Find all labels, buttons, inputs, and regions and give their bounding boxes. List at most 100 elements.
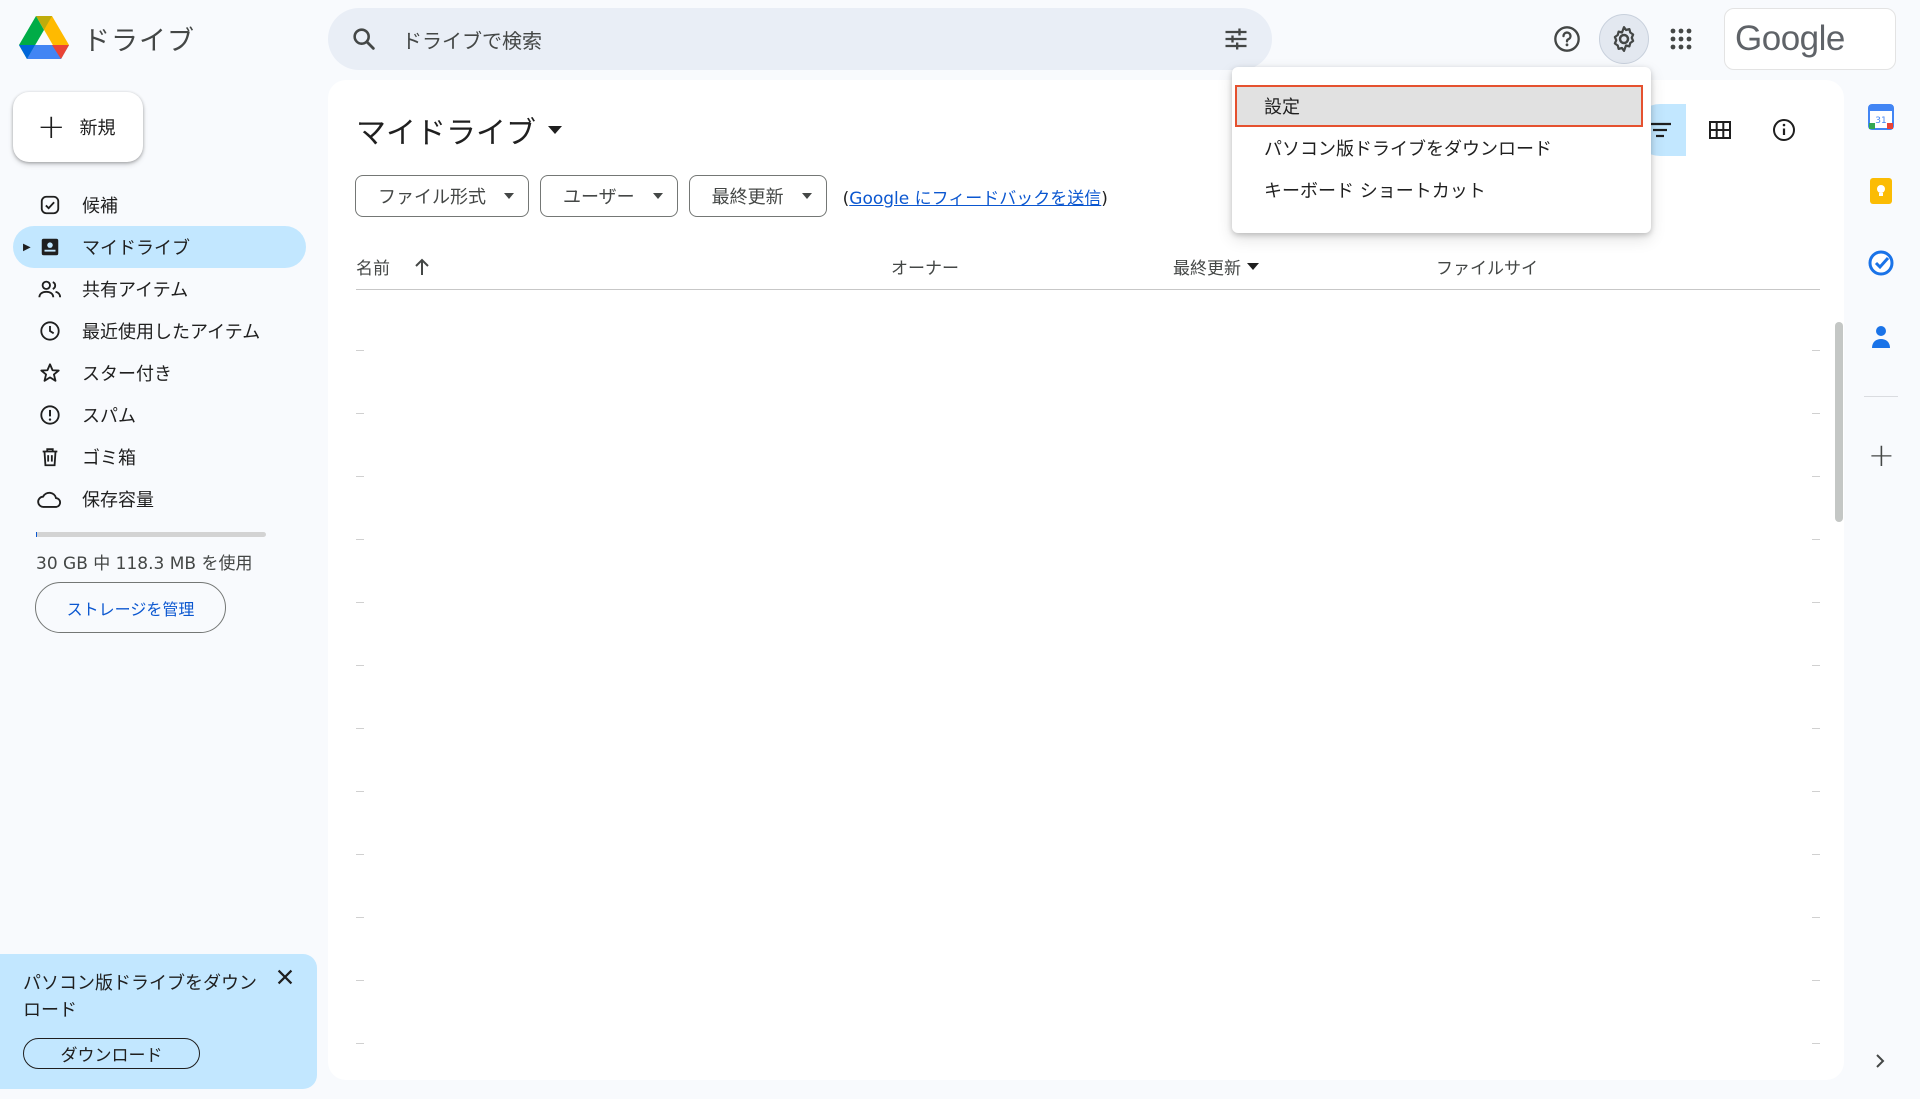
arrow-up-icon[interactable] [414, 258, 430, 276]
details-button[interactable] [1758, 104, 1810, 156]
download-promo-banner: パソコン版ドライブをダウンロード ダウンロード [0, 954, 317, 1089]
filter-chips: ファイル形式 ユーザー 最終更新 (Google にフィードバックを送信) [355, 175, 1108, 217]
storage-usage-text: 30 GB 中 118.3 MB を使用 [36, 554, 253, 574]
send-feedback-link[interactable]: Google にフィードバックを送信 [849, 189, 1101, 209]
tasks-app-button[interactable] [1866, 248, 1896, 278]
row-placeholder-dash [1812, 728, 1820, 729]
column-modified[interactable]: 最終更新 [1173, 254, 1259, 279]
sidebar-item-suggested[interactable]: 候補 [13, 184, 306, 226]
gear-icon [1609, 24, 1639, 54]
sidebar-item-my-drive[interactable]: ▶ マイドライブ [13, 226, 306, 268]
new-button-label: 新規 [79, 118, 116, 139]
calendar-app-button[interactable]: 31 [1866, 102, 1896, 132]
column-owner[interactable]: オーナー [891, 254, 959, 279]
side-panel-divider [1864, 396, 1898, 397]
contacts-app-button[interactable] [1866, 322, 1896, 352]
promo-text: パソコン版ドライブをダウンロード [23, 973, 257, 1021]
sidebar-item-label: 最近使用したアイテム [82, 322, 261, 343]
page-title-text: マイドライブ [356, 116, 536, 151]
chip-label: ファイル形式 [378, 187, 486, 208]
feedback-text: (Google にフィードバックを送信) [843, 184, 1108, 209]
search-bar[interactable]: ドライブで検索 [328, 8, 1272, 70]
row-placeholder-dash [356, 539, 364, 540]
spam-icon [37, 402, 63, 428]
sidebar-nav: 候補 ▶ マイドライブ 共有アイテム 最近使用したアイテム スター付き スパム [13, 184, 306, 520]
grid-view-button[interactable] [1694, 104, 1746, 156]
row-placeholder-dash [1812, 476, 1820, 477]
row-placeholder-dash [1812, 917, 1820, 918]
sidebar-item-spam[interactable]: スパム [13, 394, 306, 436]
drive-logo[interactable]: ドライブ [19, 16, 195, 60]
row-placeholder-dash [1812, 665, 1820, 666]
clock-icon [37, 318, 63, 344]
column-modified-label: 最終更新 [1173, 259, 1241, 279]
get-addons-icon[interactable]: + [1868, 436, 1895, 474]
chip-label: ユーザー [563, 187, 635, 208]
info-icon [1772, 118, 1796, 142]
google-apps-button[interactable] [1656, 14, 1706, 64]
row-placeholder-dash [356, 413, 364, 414]
help-icon [1553, 25, 1581, 53]
row-placeholder-dash [1812, 602, 1820, 603]
search-options-icon[interactable] [1222, 25, 1250, 53]
row-placeholder-dash [356, 350, 364, 351]
sort-lines-icon [1649, 121, 1671, 139]
close-icon[interactable] [274, 966, 296, 988]
expand-caret-icon[interactable]: ▶ [23, 242, 31, 253]
svg-text:31: 31 [1875, 116, 1886, 126]
keep-app-button[interactable] [1866, 176, 1896, 206]
row-placeholder-dash [356, 665, 364, 666]
chip-label: 最終更新 [711, 187, 784, 208]
trash-icon [37, 444, 63, 470]
menu-item-download-drive[interactable]: パソコン版ドライブをダウンロード [1232, 127, 1651, 169]
caret-down-icon [548, 126, 562, 134]
shared-people-icon [37, 276, 63, 302]
row-placeholder-dash [1812, 1043, 1820, 1044]
row-placeholder-dash [356, 1043, 364, 1044]
dropdown-arrow-icon [801, 193, 812, 199]
filter-user[interactable]: ユーザー [540, 175, 678, 217]
row-placeholder-dash [356, 476, 364, 477]
plus-icon: + [37, 107, 66, 147]
row-placeholder-dash [356, 917, 364, 918]
search-icon[interactable] [350, 25, 378, 53]
menu-item-settings[interactable]: 設定 [1235, 85, 1643, 127]
filter-modified[interactable]: 最終更新 [688, 175, 827, 217]
sidebar-item-label: 共有アイテム [82, 280, 189, 301]
chevron-right-icon[interactable] [1874, 1052, 1886, 1070]
new-button[interactable]: + 新規 [13, 92, 143, 162]
search-input[interactable]: ドライブで検索 [402, 25, 542, 54]
star-icon [37, 360, 63, 386]
file-list-header: 名前 オーナー 最終更新 ファイルサイ [356, 248, 1820, 290]
filter-file-type[interactable]: ファイル形式 [355, 175, 529, 217]
row-placeholder-dash [1812, 350, 1820, 351]
dropdown-arrow-icon [504, 193, 514, 199]
manage-storage-button[interactable]: ストレージを管理 [35, 582, 226, 633]
row-placeholder-dash [356, 854, 364, 855]
calendar-icon: 31 [1868, 104, 1894, 130]
help-button[interactable] [1542, 14, 1592, 64]
sidebar-item-label: スパム [82, 406, 136, 427]
sidebar-item-recent[interactable]: 最近使用したアイテム [13, 310, 306, 352]
google-account-button[interactable]: Google [1724, 8, 1896, 70]
row-placeholder-dash [1812, 791, 1820, 792]
settings-button[interactable] [1599, 14, 1649, 64]
column-name-label: 名前 [356, 259, 390, 279]
download-button[interactable]: ダウンロード [23, 1038, 200, 1069]
page-title[interactable]: マイドライブ [356, 108, 562, 152]
dropdown-arrow-icon [1247, 263, 1259, 270]
menu-item-keyboard-shortcuts[interactable]: キーボード ショートカット [1232, 169, 1651, 211]
storage-usage-fill [36, 532, 37, 537]
sidebar-item-storage[interactable]: 保存容量 [13, 478, 306, 520]
column-name[interactable]: 名前 [356, 254, 430, 279]
my-drive-icon [37, 234, 63, 260]
column-size-label: ファイルサイ [1436, 259, 1538, 279]
sidebar-item-starred[interactable]: スター付き [13, 352, 306, 394]
apps-grid-icon [1669, 27, 1693, 51]
row-placeholder-dash [1812, 980, 1820, 981]
scrollbar[interactable] [1835, 322, 1843, 522]
row-placeholder-dash [356, 980, 364, 981]
sidebar-item-shared[interactable]: 共有アイテム [13, 268, 306, 310]
sidebar-item-trash[interactable]: ゴミ箱 [13, 436, 306, 478]
column-size[interactable]: ファイルサイ [1436, 254, 1538, 279]
